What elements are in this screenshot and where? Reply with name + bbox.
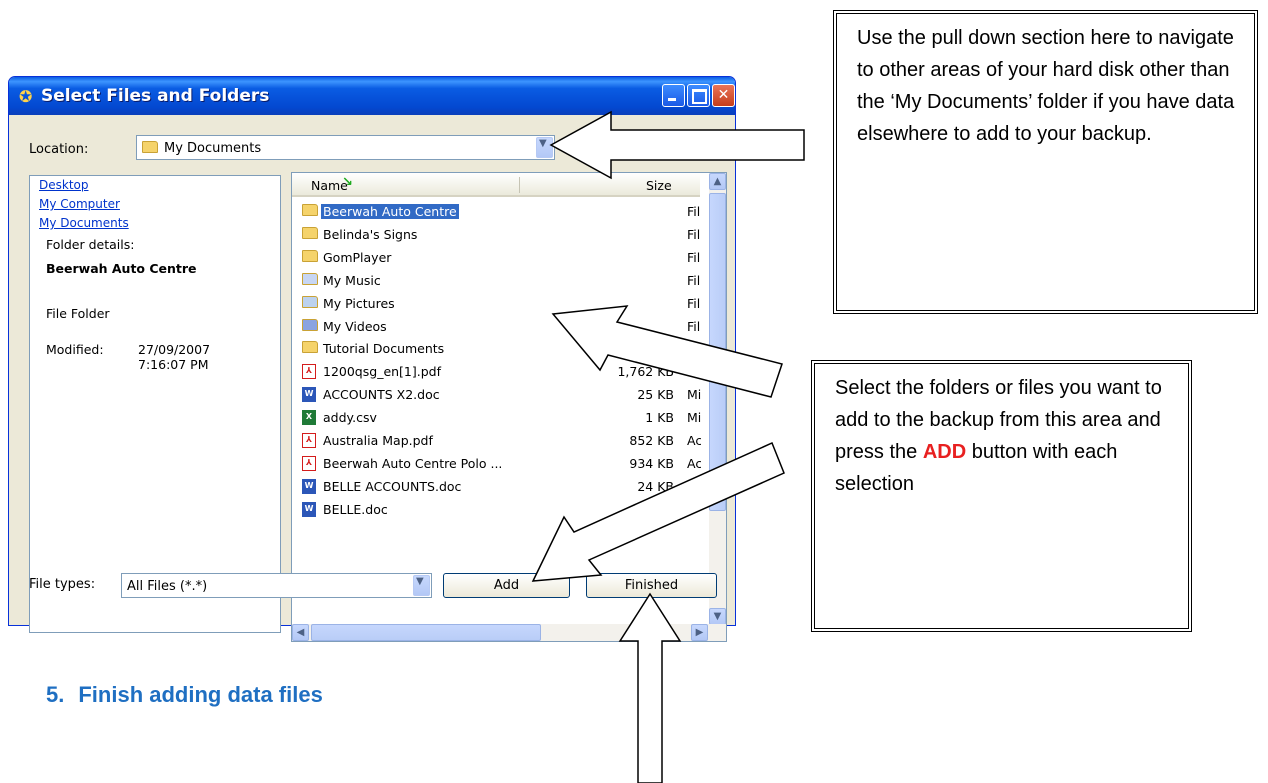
arrow-to-file-list <box>551 305 783 398</box>
arrow-to-add-button <box>531 441 785 582</box>
arrow-to-location-dropdown <box>549 110 805 180</box>
annotation-arrows <box>531 110 805 783</box>
arrow-to-finished-button <box>618 592 682 783</box>
